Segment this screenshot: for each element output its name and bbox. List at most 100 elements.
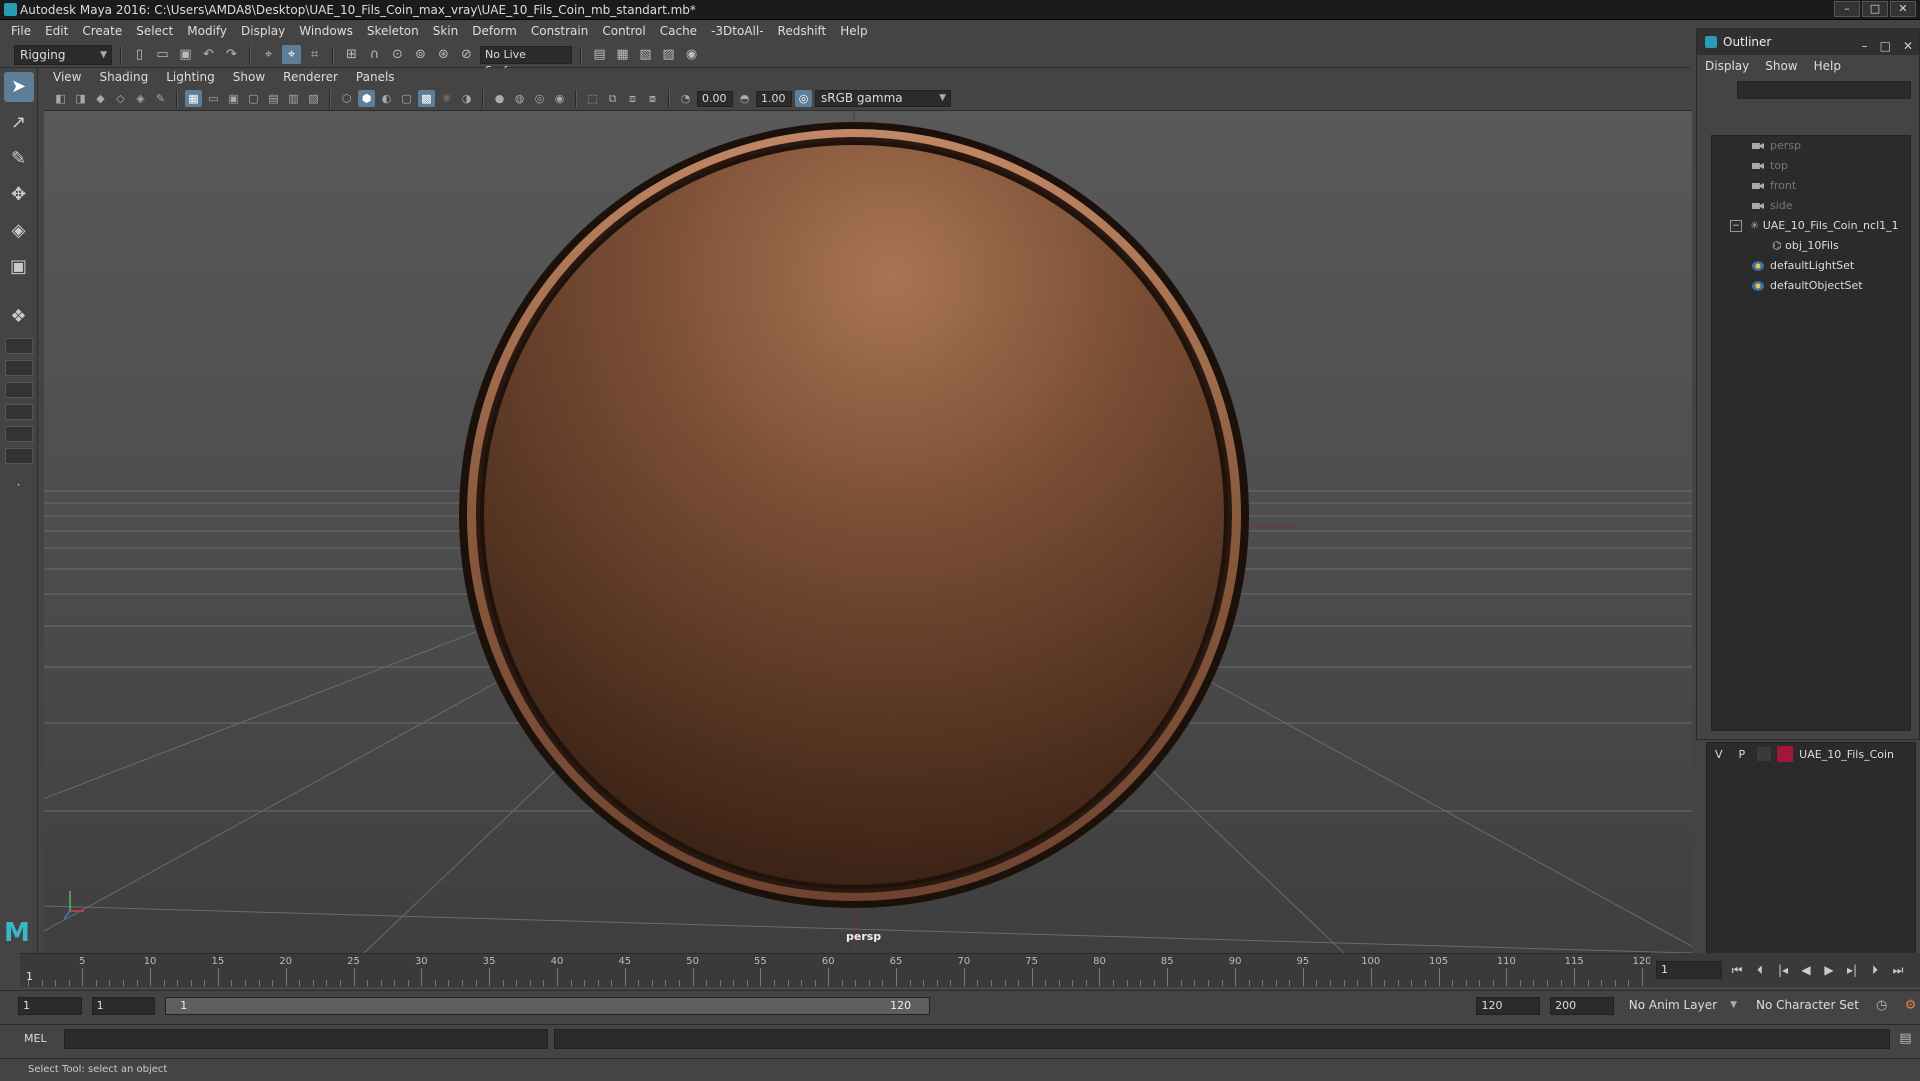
viewport-menu-renderer[interactable]: Renderer — [274, 70, 347, 84]
viewport-menu-lighting[interactable]: Lighting — [157, 70, 224, 84]
menuset-dropdown[interactable]: Rigging ▼ — [14, 44, 112, 65]
outliner-close-button[interactable]: ✕ — [1903, 33, 1913, 59]
menu-skin[interactable]: Skin — [426, 24, 466, 38]
viewport-menu-shading[interactable]: Shading — [90, 70, 157, 84]
xray-components-icon[interactable]: ⧇ — [644, 90, 661, 107]
outliner-maximize-button[interactable]: □ — [1880, 33, 1891, 59]
lasso-tool-icon[interactable]: ↗ — [4, 108, 34, 138]
close-button[interactable]: ✕ — [1890, 1, 1916, 17]
last-tool-icon[interactable]: ❖ — [4, 302, 34, 332]
minimize-button[interactable]: – — [1834, 1, 1860, 17]
layout-two-view-icon[interactable] — [4, 360, 33, 376]
start-time-field[interactable]: 1 — [18, 996, 82, 1015]
bounding-box-icon[interactable]: ▢ — [398, 90, 415, 107]
gamma-field[interactable]: 1.00 — [756, 90, 792, 107]
grid-icon[interactable]: ▦ — [185, 90, 202, 107]
outliner-item[interactable]: defaultObjectSet — [1712, 276, 1910, 296]
resolution-gate-icon[interactable]: ▣ — [225, 90, 242, 107]
shadows-icon[interactable]: ◑ — [458, 90, 475, 107]
current-frame-field[interactable]: 1 — [1656, 961, 1722, 979]
ipr-render-icon[interactable]: ▧ — [636, 45, 655, 64]
outliner-item[interactable]: ⌬ obj_10Fils — [1712, 236, 1910, 256]
snap-projected-icon[interactable]: ⊚ — [411, 45, 430, 64]
menu-help[interactable]: Help — [833, 24, 874, 38]
outliner-item[interactable]: persp — [1712, 136, 1910, 156]
menu-3dtoall[interactable]: -3DtoAll- — [704, 24, 770, 38]
xray-joints-icon[interactable]: ⧈ — [624, 90, 641, 107]
screen-space-ao-icon[interactable]: ● — [491, 90, 508, 107]
coin-mesh[interactable] — [459, 122, 1249, 908]
menu-redshift[interactable]: Redshift — [771, 24, 834, 38]
layer-row[interactable]: V P UAE_10_Fils_Coin — [1707, 743, 1915, 765]
new-scene-icon[interactable]: ▯ — [130, 45, 149, 64]
play-forwards-icon[interactable]: ▶ — [1821, 963, 1837, 977]
color-management-icon[interactable]: ◎ — [795, 90, 812, 107]
move-tool-icon[interactable]: ✥ — [4, 180, 34, 210]
depth-of-field-icon[interactable]: ◉ — [551, 90, 568, 107]
menu-control[interactable]: Control — [595, 24, 652, 38]
layout-single-view-icon[interactable] — [4, 382, 33, 398]
playback-start-field[interactable]: 1 — [91, 996, 156, 1015]
menu-create[interactable]: Create — [75, 24, 129, 38]
time-slider[interactable]: 5 10 15 20 25 30 35 40 45 50 55 60 65 70 75 80 85 90 95 100… — [20, 953, 1652, 987]
flat-shade-icon[interactable]: ◐ — [378, 90, 395, 107]
menu-constrain[interactable]: Constrain — [524, 24, 596, 38]
hypershade-icon[interactable]: ◉ — [682, 45, 701, 64]
collapse-toggle-icon[interactable]: − — [1730, 220, 1742, 232]
camera-select-icon[interactable]: ◧ — [52, 90, 69, 107]
outliner-item[interactable]: side — [1712, 196, 1910, 216]
end-time-field[interactable]: 200 — [1550, 996, 1614, 1015]
viewport-menu-panels[interactable]: Panels — [347, 70, 404, 84]
menu-skeleton[interactable]: Skeleton — [360, 24, 426, 38]
range-slider[interactable]: 1 120 — [165, 996, 931, 1015]
layout-hypershade-icon[interactable] — [4, 448, 33, 464]
outliner-item[interactable]: top — [1712, 156, 1910, 176]
step-forward-frame-icon[interactable]: ⏵ — [1867, 963, 1883, 978]
anim-layer-dropdown[interactable]: No Anim Layer ▼ — [1623, 995, 1741, 1016]
layer-playback-toggle[interactable]: P — [1739, 748, 1746, 761]
isolate-select-icon[interactable]: ⬚ — [584, 90, 601, 107]
undo-icon[interactable]: ↶ — [199, 45, 218, 64]
safe-action-icon[interactable]: ▥ — [285, 90, 302, 107]
outliner-menu-help[interactable]: Help — [1814, 59, 1841, 73]
outliner-search-input[interactable] — [1737, 81, 1911, 99]
go-to-end-icon[interactable]: ⏭ — [1890, 963, 1906, 978]
animation-preferences-icon[interactable]: ⚙ — [1901, 996, 1920, 1015]
outliner-item[interactable]: front — [1712, 176, 1910, 196]
exposure-field[interactable]: 0.00 — [697, 90, 733, 107]
menu-edit[interactable]: Edit — [38, 24, 75, 38]
wireframe-icon[interactable]: ⬡ — [338, 90, 355, 107]
step-back-key-icon[interactable]: |◂ — [1775, 963, 1791, 977]
use-all-lights-icon[interactable]: ☼ — [438, 90, 455, 107]
layer-color-swatch[interactable] — [1777, 746, 1794, 762]
snap-view-plane-icon[interactable]: ⊛ — [434, 45, 453, 64]
select-component-icon[interactable]: ⌗ — [305, 45, 324, 64]
perspective-viewport[interactable] — [44, 111, 1692, 953]
view-transform-dropdown[interactable]: sRGB gamma ▼ — [815, 90, 951, 107]
select-tool-icon[interactable]: ➤ — [3, 72, 34, 102]
menu-select[interactable]: Select — [129, 24, 180, 38]
redo-icon[interactable]: ↷ — [222, 45, 241, 64]
anti-aliasing-icon[interactable]: ◎ — [531, 90, 548, 107]
maximize-button[interactable]: □ — [1862, 1, 1888, 17]
save-scene-icon[interactable]: ▣ — [176, 45, 195, 64]
snap-curve-icon[interactable]: ∩ — [365, 45, 384, 64]
camera-attributes-icon[interactable]: ◨ — [72, 90, 89, 107]
image-plane-icon[interactable]: ◇ — [112, 90, 129, 107]
layout-four-view-icon[interactable] — [4, 338, 33, 354]
script-editor-icon[interactable]: ▤ — [1896, 1029, 1915, 1048]
step-forward-key-icon[interactable]: ▸| — [1844, 963, 1860, 977]
layer-visibility-toggle[interactable]: V — [1715, 748, 1723, 761]
bookmark-icon[interactable]: ◆ — [92, 90, 109, 107]
outliner-minimize-button[interactable]: – — [1862, 33, 1868, 59]
snap-point-icon[interactable]: ⊙ — [388, 45, 407, 64]
playback-end-field[interactable]: 120 — [1476, 996, 1541, 1015]
menu-windows[interactable]: Windows — [292, 24, 360, 38]
film-gate-icon[interactable]: ▭ — [205, 90, 222, 107]
layer-type-toggle[interactable] — [1757, 747, 1772, 761]
scale-tool-icon[interactable]: ▣ — [4, 252, 34, 282]
grease-pencil-icon[interactable]: ✎ — [152, 90, 169, 107]
outliner-item[interactable]: defaultLightSet — [1712, 256, 1910, 276]
outliner-item[interactable]: − ✳ UAE_10_Fils_Coin_ncl1_1 — [1712, 216, 1910, 236]
step-back-frame-icon[interactable]: ⏴ — [1752, 963, 1768, 978]
